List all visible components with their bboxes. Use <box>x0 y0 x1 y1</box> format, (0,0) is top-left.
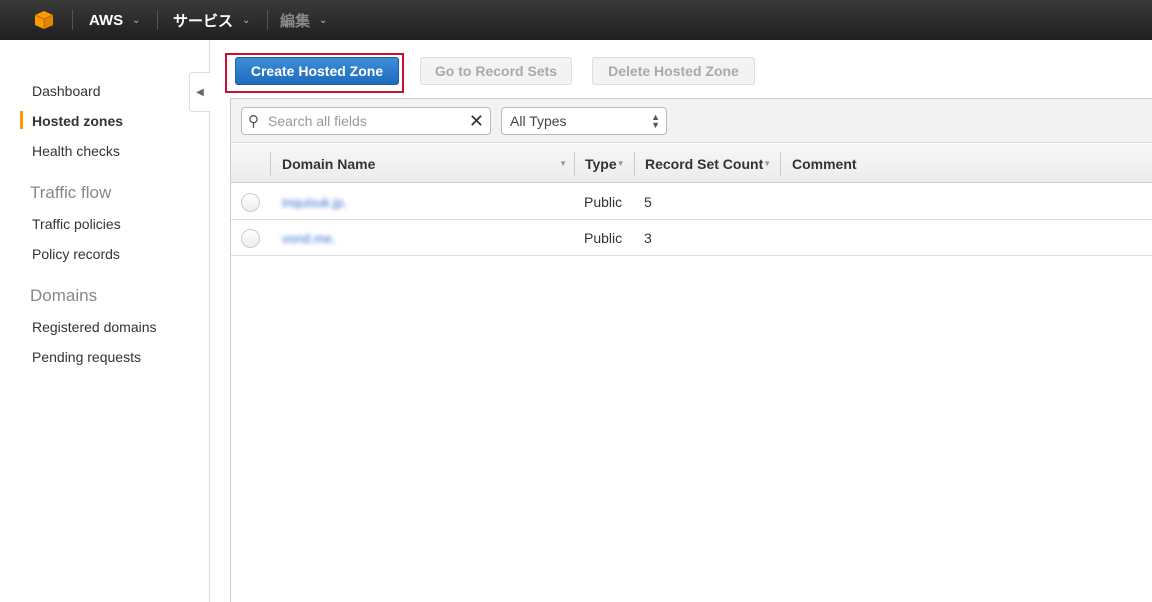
services-menu[interactable]: サービス ⌄ <box>173 0 250 40</box>
sort-icon: ▼ <box>559 159 567 168</box>
filter-toolbar: ⚲ Search all fields ✕ All Types ▲ ▼ <box>231 99 1152 143</box>
sidebar-item-hosted-zones[interactable]: Hosted zones <box>32 113 123 129</box>
section-heading-traffic-flow: Traffic flow <box>30 183 112 202</box>
chevron-down-icon: ⌄ <box>319 14 328 26</box>
column-comment[interactable]: Comment <box>792 144 857 183</box>
type-select[interactable]: All Types ▲ ▼ <box>501 107 667 135</box>
section-heading-domains: Domains <box>30 286 98 305</box>
table-header: Domain Name ▼ Type ▼ Record Set Count ▼ Com… <box>231 144 1152 183</box>
table-row[interactable]: inquisuk.jp. Public 5 <box>231 184 1152 220</box>
chevron-down-icon: ⌄ <box>242 14 251 26</box>
aws-cube-icon[interactable] <box>34 10 54 30</box>
clear-icon[interactable]: ✕ <box>469 111 484 132</box>
zone-type: Public <box>584 194 623 210</box>
sort-icon: ▼ <box>763 159 772 168</box>
row-radio[interactable] <box>241 193 260 212</box>
column-domain-name[interactable]: Domain Name ▼ <box>282 144 567 183</box>
search-input[interactable]: ⚲ Search all fields ✕ <box>241 107 491 135</box>
record-set-count: 3 <box>644 230 652 246</box>
sidebar: Dashboard Hosted zones Health checks Tra… <box>0 40 210 602</box>
go-to-record-sets-button[interactable]: Go to Record Sets <box>420 57 572 85</box>
row-radio[interactable] <box>241 229 260 248</box>
sidebar-item-health-checks[interactable]: Health checks <box>32 143 120 159</box>
chevron-down-icon: ⌄ <box>132 14 141 26</box>
search-icon: ⚲ <box>248 113 259 130</box>
services-label: サービス <box>173 12 234 30</box>
sort-icon: ▼ <box>616 159 625 168</box>
column-type[interactable]: Type ▼ <box>585 144 625 183</box>
active-indicator <box>20 111 23 129</box>
top-nav-bar: AWS ⌄ サービス ⌄ 編集 ⌄ <box>0 0 1152 40</box>
aws-label: AWS <box>89 11 124 29</box>
collapse-sidebar-button[interactable]: ◀ <box>189 72 210 112</box>
sidebar-item-pending-requests[interactable]: Pending requests <box>32 349 141 365</box>
updown-arrows-icon: ▲ ▼ <box>651 112 660 130</box>
domain-name[interactable]: inquisuk.jp. <box>282 184 347 220</box>
aws-menu[interactable]: AWS ⌄ <box>89 0 141 40</box>
table-row[interactable]: vond.me. Public 3 <box>231 220 1152 256</box>
zone-type: Public <box>584 230 623 246</box>
column-record-set-count[interactable]: Record Set Count ▼ <box>645 144 771 183</box>
search-placeholder: Search all fields <box>268 113 367 129</box>
caret-left-icon: ◀ <box>196 86 204 98</box>
sidebar-item-policy-records[interactable]: Policy records <box>32 246 120 262</box>
delete-hosted-zone-button[interactable]: Delete Hosted Zone <box>592 57 755 85</box>
sidebar-item-registered-domains[interactable]: Registered domains <box>32 319 157 335</box>
hosted-zones-panel: ⚲ Search all fields ✕ All Types ▲ ▼ Domai… <box>230 98 1152 602</box>
edit-label: 編集 <box>280 12 311 30</box>
sidebar-item-traffic-policies[interactable]: Traffic policies <box>32 216 121 232</box>
record-set-count: 5 <box>644 194 652 210</box>
domain-name[interactable]: vond.me. <box>282 220 335 256</box>
edit-menu[interactable]: 編集 ⌄ <box>280 0 327 40</box>
type-select-value: All Types <box>510 113 567 129</box>
highlight-box <box>225 53 404 93</box>
sidebar-item-dashboard[interactable]: Dashboard <box>32 83 101 99</box>
